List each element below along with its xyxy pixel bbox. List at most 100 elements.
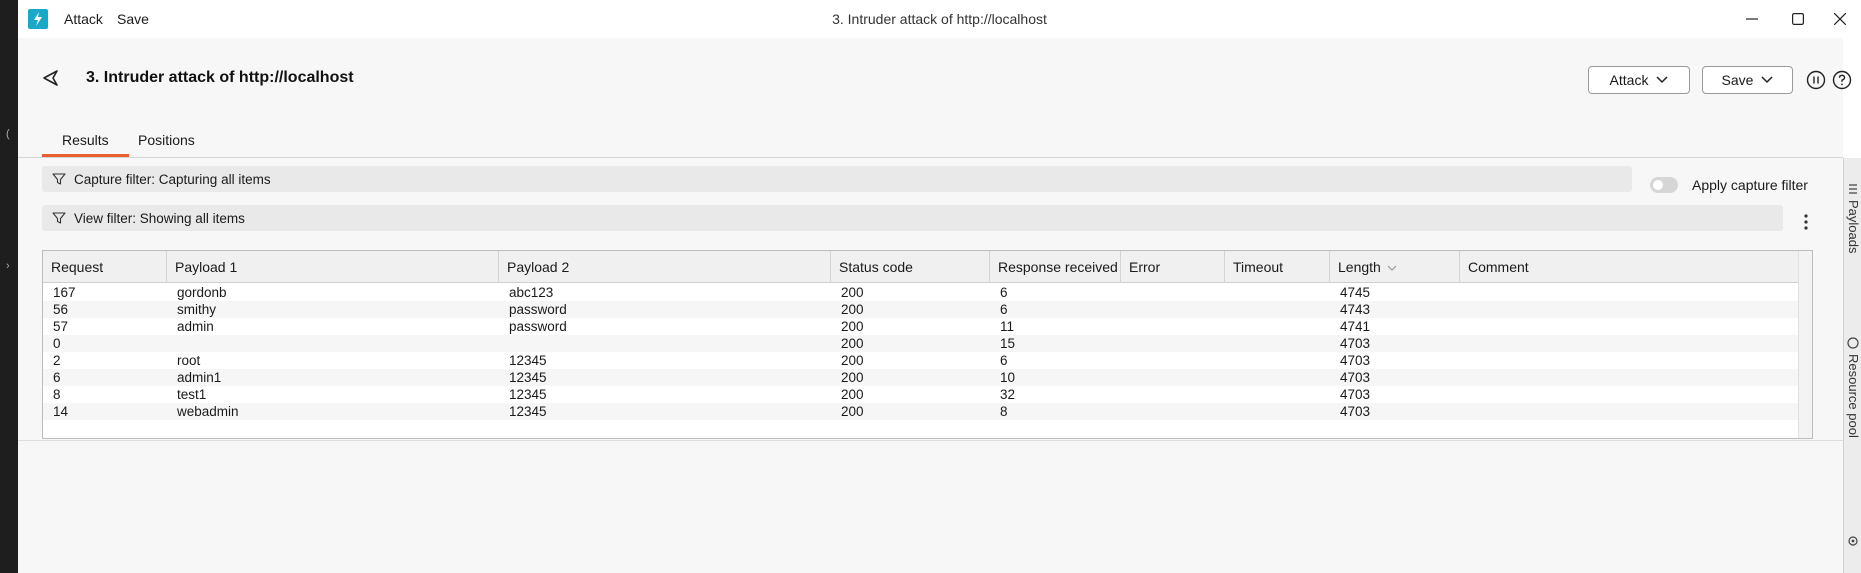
tab-positions[interactable]: Positions [138,132,195,148]
column-header-payload-1[interactable]: Payload 1 [167,251,499,283]
filter-icon [52,212,66,224]
sort-descending-icon [1387,265,1397,271]
rail-tab-resource-pool[interactable]: Resource pool [1846,354,1861,438]
table-cell-comment [1460,284,1470,301]
table-row[interactable]: 8 test1 12345 200 32 4703 [43,386,1798,403]
save-button-label: Save [1721,72,1754,88]
table-cell-status-code: 200 [841,336,864,351]
table-cell-length: 4743 [1340,302,1371,317]
table-row[interactable]: 2 root 12345 200 6 4703 [43,352,1798,369]
column-header-response-received[interactable]: Response received [990,251,1121,283]
table-cell-payload-1: smithy [177,302,217,317]
table-cell-error [1121,318,1131,335]
table-cell-request: 2 [53,353,61,368]
capture-filter-bar[interactable]: Capture filter: Capturing all items [42,166,1632,192]
table-cell-request: 6 [53,370,61,385]
column-header-error[interactable]: Error [1121,251,1225,283]
table-cell-length: 4703 [1340,370,1371,385]
attack-dropdown-button[interactable]: Attack [1588,66,1690,94]
table-cell-comment [1460,301,1470,318]
table-cell-payload-1 [167,335,177,352]
payloads-icon[interactable] [1846,182,1860,196]
table-cell-payload-2: password [509,319,567,334]
table-cell-status-code: 200 [841,302,864,317]
table-cell-response-received: 6 [1000,302,1008,317]
close-window-button[interactable] [1818,6,1861,32]
apply-capture-filter-label: Apply capture filter [1692,177,1808,193]
attack-button-label: Attack [1609,72,1649,88]
tab-results[interactable]: Results [62,132,109,148]
intruder-window: Attack Save 3. Intruder attack of http:/… [18,0,1861,573]
chevron-down-icon [1656,76,1668,84]
minimize-button[interactable] [1729,6,1775,32]
table-cell-comment [1460,318,1470,335]
table-cell-error [1121,352,1131,369]
table-cell-response-received: 32 [1000,387,1016,402]
view-filter-bar[interactable]: View filter: Showing all items [42,205,1783,231]
page-title: 3. Intruder attack of http://localhost [86,69,354,86]
save-dropdown-button[interactable]: Save [1702,66,1793,94]
table-cell-comment [1460,386,1470,403]
vertical-scrollbar[interactable] [1798,251,1812,438]
column-header-comment[interactable]: Comment [1460,251,1800,283]
column-header-payload-2[interactable]: Payload 2 [499,251,831,283]
column-header-status-code[interactable]: Status code [831,251,990,283]
table-cell-length: 4703 [1340,404,1371,419]
table-cell-length: 4703 [1340,387,1371,402]
rail-tab-payloads[interactable]: Payloads [1846,200,1861,253]
table-row[interactable]: 56 smithy password 200 6 4743 [43,301,1798,318]
table-cell-length: 4741 [1340,319,1371,334]
table-cell-response-received: 11 [1000,319,1015,334]
column-header-request[interactable]: Request [43,251,167,283]
table-cell-error [1121,301,1131,318]
table-cell-request: 0 [53,336,61,351]
table-cell-status-code: 200 [841,387,864,402]
table-cell-error [1121,403,1131,420]
column-header-length[interactable]: Length [1330,251,1460,283]
more-options-icon[interactable] [1798,212,1814,232]
table-cell-timeout [1225,301,1235,318]
table-cell-payload-1: webadmin [177,404,239,419]
tab-bar: Results Positions [18,124,1843,158]
active-tab-indicator [42,154,129,157]
table-cell-payload-2: 12345 [509,404,547,419]
table-cell-error [1121,369,1131,386]
help-icon[interactable] [1831,69,1853,91]
table-cell-error [1121,284,1131,301]
table-cell-timeout [1225,369,1235,386]
table-cell-length: 4703 [1340,353,1371,368]
table-cell-payload-1: admin1 [177,370,222,385]
table-row[interactable]: 6 admin1 12345 200 10 4703 [43,369,1798,386]
window-title: 3. Intruder attack of http://localhost [832,11,1047,27]
capture-filter-text: Capture filter: Capturing all items [74,171,271,187]
pause-icon[interactable] [1805,69,1827,91]
table-row[interactable]: 57 admin password 200 11 4741 [43,318,1798,335]
table-cell-request: 167 [53,285,76,300]
table-cell-error [1121,335,1131,352]
apply-capture-filter-toggle[interactable] [1650,177,1678,193]
table-cell-response-received: 8 [1000,404,1008,419]
table-cell-timeout [1225,352,1235,369]
resource-pool-icon[interactable] [1846,336,1860,350]
table-cell-timeout [1225,318,1235,335]
table-cell-response-received: 15 [1000,336,1016,351]
column-header-timeout[interactable]: Timeout [1225,251,1330,283]
close-icon [1833,13,1846,25]
title-bar: Attack Save 3. Intruder attack of http:/… [18,0,1861,38]
back-icon[interactable] [40,67,62,89]
table-row[interactable]: 167 gordonb abc123 200 6 4745 [43,284,1798,301]
table-row[interactable]: 14 webadmin 12345 200 8 4703 [43,403,1798,420]
background-app-strip: ( › [0,0,18,573]
gear-icon[interactable] [1846,534,1860,548]
table-cell-status-code: 200 [841,319,864,334]
table-cell-payload-2: password [509,302,567,317]
table-cell-payload-2: 12345 [509,353,547,368]
table-cell-timeout [1225,386,1235,403]
table-cell-payload-2: abc123 [509,285,554,300]
minimize-icon [1746,18,1758,20]
table-cell-timeout [1225,403,1235,420]
table-row[interactable]: 0 200 15 4703 [43,335,1798,352]
maximize-button[interactable] [1775,6,1821,32]
table-cell-payload-1: gordonb [177,285,227,300]
table-cell-comment [1460,369,1470,386]
